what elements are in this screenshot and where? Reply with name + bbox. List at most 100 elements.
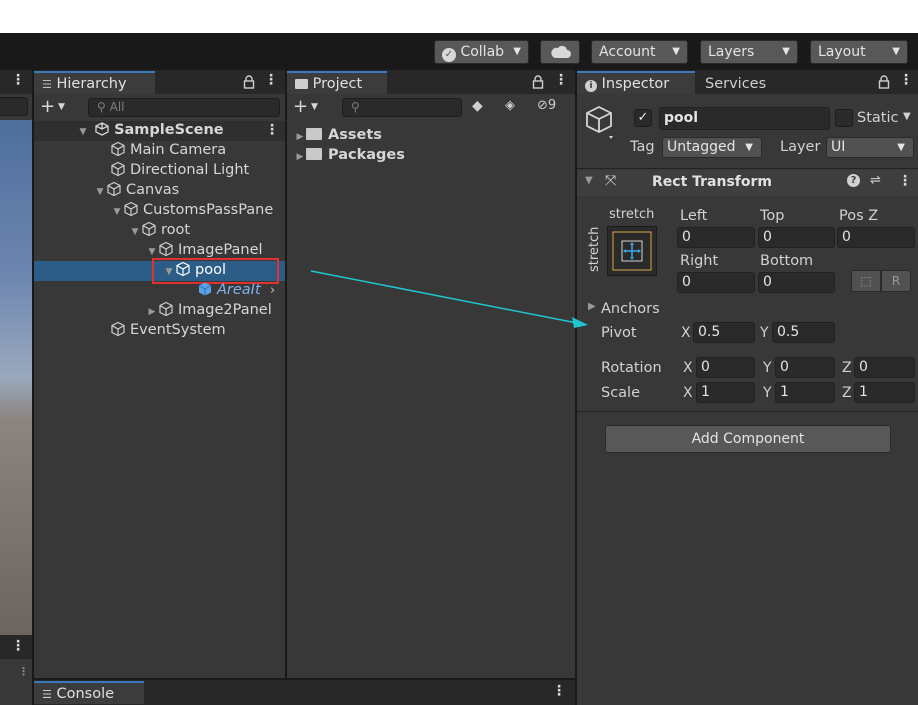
more-icon[interactable]: ⋮ bbox=[899, 72, 913, 88]
anchor-presets-button[interactable] bbox=[607, 226, 657, 276]
gameobject-cube-icon bbox=[107, 181, 121, 197]
pivot-y-input[interactable]: 0.5 bbox=[772, 322, 835, 343]
more-icon[interactable]: ⋮ bbox=[11, 638, 25, 654]
chevron-down-icon[interactable]: ▼ bbox=[903, 111, 911, 122]
scale-z-axis-label: Z bbox=[842, 385, 852, 401]
component-header[interactable]: ▼ ⤧ Rect Transform ? ⇌ ⋮ bbox=[577, 170, 918, 196]
scale-y-input[interactable]: 1 bbox=[775, 382, 835, 403]
account-dropdown[interactable]: Account ▼ bbox=[591, 40, 688, 64]
search-by-type-icon[interactable]: ◆ bbox=[472, 98, 483, 114]
tree-item-imagepanel[interactable]: ▼ ImagePanel bbox=[146, 240, 263, 260]
divider bbox=[577, 168, 918, 169]
more-icon[interactable]: ⋮ bbox=[898, 173, 912, 189]
collapsed-triangle-icon[interactable]: ▶ bbox=[294, 127, 306, 147]
raw-edit-button[interactable]: R bbox=[881, 270, 911, 292]
posz-input[interactable]: 0 bbox=[837, 227, 915, 248]
lock-icon[interactable] bbox=[243, 75, 255, 89]
tree-item-image2panel[interactable]: ▶ Image2Panel bbox=[146, 300, 272, 320]
tree-item-prefab[interactable]: AreaIt bbox=[197, 280, 267, 300]
folder-packages[interactable]: ▶ Packages bbox=[294, 145, 405, 165]
more-icon[interactable]: ⋮ bbox=[265, 122, 279, 138]
collapsed-triangle-icon[interactable]: ▶ bbox=[588, 301, 596, 312]
hierarchy-search-input[interactable]: ⚲ All bbox=[88, 98, 280, 117]
scale-x-input[interactable]: 1 bbox=[696, 382, 755, 403]
chevron-down-icon: ▼ bbox=[892, 46, 900, 57]
pivot-label: Pivot bbox=[601, 325, 637, 341]
active-checkbox[interactable]: ✓ bbox=[634, 109, 652, 127]
presets-icon[interactable]: ⇌ bbox=[870, 173, 881, 188]
layers-dropdown[interactable]: Layers ▼ bbox=[700, 40, 798, 64]
rotation-x-value: 0 bbox=[701, 359, 710, 375]
collab-button[interactable]: ✓ Collab ▼ bbox=[434, 40, 529, 64]
divider bbox=[285, 70, 287, 678]
object-name-field[interactable]: pool bbox=[659, 107, 830, 130]
create-button[interactable]: + ▼ bbox=[40, 98, 65, 116]
tree-label: Canvas bbox=[126, 182, 180, 198]
search-icon: ⚲ bbox=[97, 100, 106, 114]
label-tag-icon[interactable]: ◈ bbox=[505, 98, 515, 113]
rotation-x-input[interactable]: 0 bbox=[696, 357, 755, 378]
tree-item-main-camera[interactable]: Main Camera bbox=[110, 140, 226, 160]
add-component-button[interactable]: Add Component bbox=[605, 425, 891, 453]
more-icon[interactable]: ⋮ bbox=[552, 683, 566, 699]
rotation-z-value: 0 bbox=[859, 359, 868, 375]
expand-triangle-icon[interactable]: ▼ bbox=[94, 182, 106, 202]
tab-hierarchy[interactable]: ☰ Hierarchy bbox=[34, 71, 155, 94]
scene-search-input[interactable] bbox=[0, 97, 28, 116]
layout-dropdown[interactable]: Layout ▼ bbox=[810, 40, 908, 64]
help-icon[interactable]: ? bbox=[847, 174, 860, 187]
folder-assets[interactable]: ▶ Assets bbox=[294, 125, 382, 145]
tree-item-eventsystem[interactable]: EventSystem bbox=[110, 320, 226, 340]
console-panel: ☰ Console ⋮ bbox=[34, 678, 575, 705]
tab-console[interactable]: ☰ Console bbox=[34, 681, 144, 704]
bottom-input[interactable]: 0 bbox=[758, 272, 835, 293]
more-icon[interactable]: ⋮ bbox=[18, 665, 29, 678]
blueprint-mode-button[interactable]: ⬚ bbox=[851, 270, 881, 292]
window-top-margin bbox=[0, 0, 918, 33]
lock-icon[interactable] bbox=[532, 75, 544, 89]
top-input[interactable]: 0 bbox=[758, 227, 835, 248]
chevron-right-icon[interactable]: › bbox=[270, 283, 275, 298]
more-icon[interactable]: ⋮ bbox=[554, 72, 568, 88]
static-checkbox[interactable] bbox=[835, 109, 853, 127]
tree-label: CustomsPassPane bbox=[143, 202, 274, 218]
anchor-vertical-label: stretch bbox=[587, 226, 602, 272]
right-input[interactable]: 0 bbox=[677, 272, 755, 293]
tab-project[interactable]: Project bbox=[287, 71, 387, 94]
anchors-label[interactable]: Anchors bbox=[601, 300, 660, 318]
collapsed-triangle-icon[interactable]: ▶ bbox=[294, 147, 306, 167]
folder-label: Assets bbox=[328, 127, 382, 143]
rotation-x-axis-label: X bbox=[683, 360, 693, 376]
tree-item-samplescene[interactable]: ▼ SampleScene bbox=[77, 120, 224, 140]
tab-services[interactable]: Services bbox=[697, 71, 792, 94]
collapse-triangle-icon[interactable]: ▼ bbox=[585, 175, 593, 186]
gameobject-cube-icon bbox=[159, 241, 173, 257]
tree-item-directional-light[interactable]: Directional Light bbox=[110, 160, 249, 180]
tree-item-root[interactable]: ▼ root bbox=[129, 220, 190, 240]
left-input[interactable]: 0 bbox=[677, 227, 755, 248]
tag-dropdown[interactable]: Untagged ▼ bbox=[662, 137, 762, 158]
list-icon: ☰ bbox=[42, 78, 52, 91]
tree-item-customspasspanel[interactable]: ▼ CustomsPassPane bbox=[111, 200, 285, 220]
project-search-input[interactable]: ⚲ bbox=[342, 98, 462, 117]
collapsed-triangle-icon[interactable]: ▶ bbox=[146, 302, 158, 322]
rotation-label: Rotation bbox=[601, 360, 662, 376]
scene-view[interactable] bbox=[0, 120, 32, 635]
more-icon[interactable]: ⋮ bbox=[264, 72, 278, 88]
scale-z-input[interactable]: 1 bbox=[854, 382, 915, 403]
gameobject-large-icon[interactable] bbox=[585, 104, 619, 142]
tree-item-canvas[interactable]: ▼ Canvas bbox=[94, 180, 179, 200]
layer-dropdown[interactable]: UI ▼ bbox=[826, 137, 914, 158]
expand-triangle-icon[interactable]: ▼ bbox=[129, 222, 141, 242]
create-button[interactable]: + ▼ bbox=[293, 98, 318, 116]
rotation-y-input[interactable]: 0 bbox=[775, 357, 835, 378]
hidden-packages-toggle[interactable]: ⊘9 bbox=[537, 98, 556, 113]
lock-icon[interactable] bbox=[878, 75, 890, 89]
rotation-z-input[interactable]: 0 bbox=[854, 357, 915, 378]
tab-inspector[interactable]: i Inspector bbox=[577, 71, 695, 94]
pivot-x-input[interactable]: 0.5 bbox=[693, 322, 755, 343]
cloud-button[interactable] bbox=[540, 40, 580, 64]
expand-triangle-icon[interactable]: ▼ bbox=[111, 202, 123, 220]
more-icon[interactable]: ⋮ bbox=[11, 72, 25, 88]
expand-triangle-icon[interactable]: ▼ bbox=[77, 122, 89, 142]
